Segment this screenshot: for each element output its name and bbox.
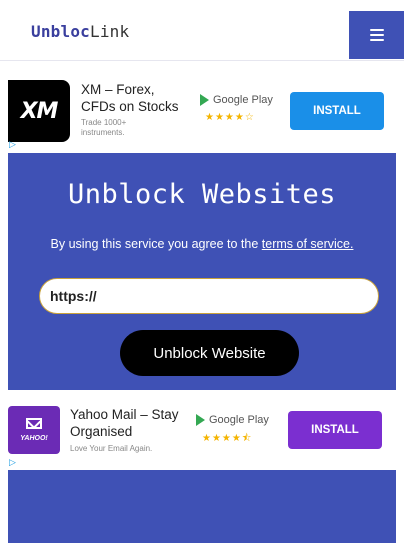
google-play-badge: Google Play — [196, 414, 269, 426]
google-play-badge: Google Play — [200, 94, 273, 106]
xm-logo-icon: XM — [8, 80, 70, 142]
site-logo[interactable]: UnblocLink — [31, 22, 129, 41]
logo-bold-text: Unbloc — [31, 22, 90, 41]
terms-of-service-link[interactable]: terms of service. — [262, 237, 354, 251]
hamburger-icon — [369, 29, 384, 41]
ad-title: XM – Forex, CFDs on Stocks — [81, 82, 179, 114]
page-title: Unblock Websites — [67, 179, 337, 210]
terms-notice-text: By using this service you agree to the — [50, 237, 262, 251]
rating-stars: ★★★★☆ — [205, 112, 255, 123]
google-play-label: Google Play — [213, 94, 273, 106]
google-play-icon — [196, 414, 205, 426]
install-button[interactable]: INSTALL — [288, 411, 382, 449]
envelope-icon — [26, 418, 42, 429]
menu-button[interactable] — [349, 11, 404, 59]
yahoo-logo-text: YAHOO! — [20, 435, 48, 442]
install-button[interactable]: INSTALL — [290, 92, 384, 130]
logo-rest-text: Link — [90, 22, 130, 41]
xm-logo-text: XM — [20, 98, 59, 124]
adchoices-icon[interactable]: ▷ — [9, 139, 16, 150]
ad-title: Yahoo Mail – Stay Organised — [70, 407, 179, 439]
google-play-icon — [200, 94, 209, 106]
unblock-panel: Unblock Websites By using this service y… — [8, 153, 396, 390]
ad-subtitle: Love Your Email Again. — [70, 444, 153, 453]
top-bar: UnblocLink — [0, 0, 404, 61]
unblock-website-button[interactable]: Unblock Website — [120, 330, 299, 376]
url-input[interactable] — [39, 278, 379, 314]
ad-banner-yahoo[interactable]: YAHOO! ▷ Yahoo Mail – Stay Organised Lov… — [8, 394, 396, 470]
terms-notice: By using this service you agree to the t… — [8, 237, 396, 251]
yahoo-mail-icon: YAHOO! — [8, 406, 60, 454]
panel-footer — [8, 470, 396, 543]
ad-banner-xm[interactable]: XM ▷ XM – Forex, CFDs on Stocks Trade 10… — [8, 76, 396, 152]
adchoices-icon[interactable]: ▷ — [9, 457, 16, 468]
google-play-label: Google Play — [209, 414, 269, 426]
ad-subtitle: Trade 1000+ instruments. — [81, 118, 127, 137]
rating-stars: ★★★★⯪ — [202, 433, 253, 444]
